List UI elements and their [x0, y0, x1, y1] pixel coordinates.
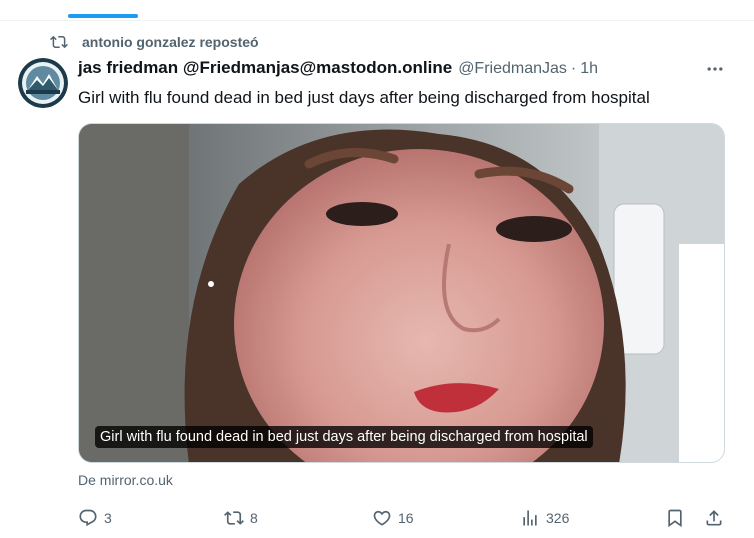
share-icon	[706, 510, 722, 526]
tweet-header: jas friedman @Friedmanjas@mastodon.onlin…	[78, 58, 598, 78]
divider	[0, 20, 754, 21]
avatar-image	[18, 58, 68, 108]
tweet-page: antonio gonzalez reposteó jas friedman @…	[0, 0, 754, 538]
reply-icon	[79, 509, 97, 527]
like-button[interactable]: 16	[372, 505, 414, 531]
repost-icon	[224, 511, 244, 525]
timestamp[interactable]: 1h	[580, 60, 598, 78]
action-bar: 3 8 16 326	[78, 505, 730, 531]
more-dots-icon	[707, 67, 723, 71]
link-source[interactable]: De mirror.co.uk	[78, 472, 173, 488]
repost-label: antonio gonzalez reposteó	[82, 34, 259, 50]
active-tab-indicator	[68, 14, 138, 18]
reply-count: 3	[104, 510, 112, 526]
views-chart-icon	[523, 510, 537, 526]
views-count: 326	[546, 510, 570, 526]
avatar[interactable]	[18, 58, 68, 108]
tweet-text: Girl with flu found dead in bed just day…	[78, 88, 650, 107]
bookmark-icon	[668, 509, 682, 528]
repost-icon	[50, 35, 68, 49]
more-options-button[interactable]	[700, 58, 730, 80]
photo-image	[79, 124, 724, 462]
repost-count: 8	[250, 510, 258, 526]
views-button[interactable]: 326	[520, 505, 569, 531]
heart-icon	[373, 510, 391, 526]
bookmark-button[interactable]	[665, 505, 691, 531]
media-caption: Girl with flu found dead in bed just day…	[95, 426, 593, 448]
user-handle[interactable]: @FriedmanJas	[458, 60, 567, 78]
like-count: 16	[398, 510, 414, 526]
reply-button[interactable]: 3	[78, 505, 112, 531]
separator-dot: ·	[570, 60, 577, 77]
repost-context[interactable]: antonio gonzalez reposteó	[50, 33, 259, 51]
display-name[interactable]: jas friedman @Friedmanjas@mastodon.onlin…	[78, 58, 452, 78]
share-button[interactable]	[704, 505, 730, 531]
repost-button[interactable]: 8	[224, 505, 258, 531]
media-card[interactable]: Girl with flu found dead in bed just day…	[78, 123, 725, 463]
